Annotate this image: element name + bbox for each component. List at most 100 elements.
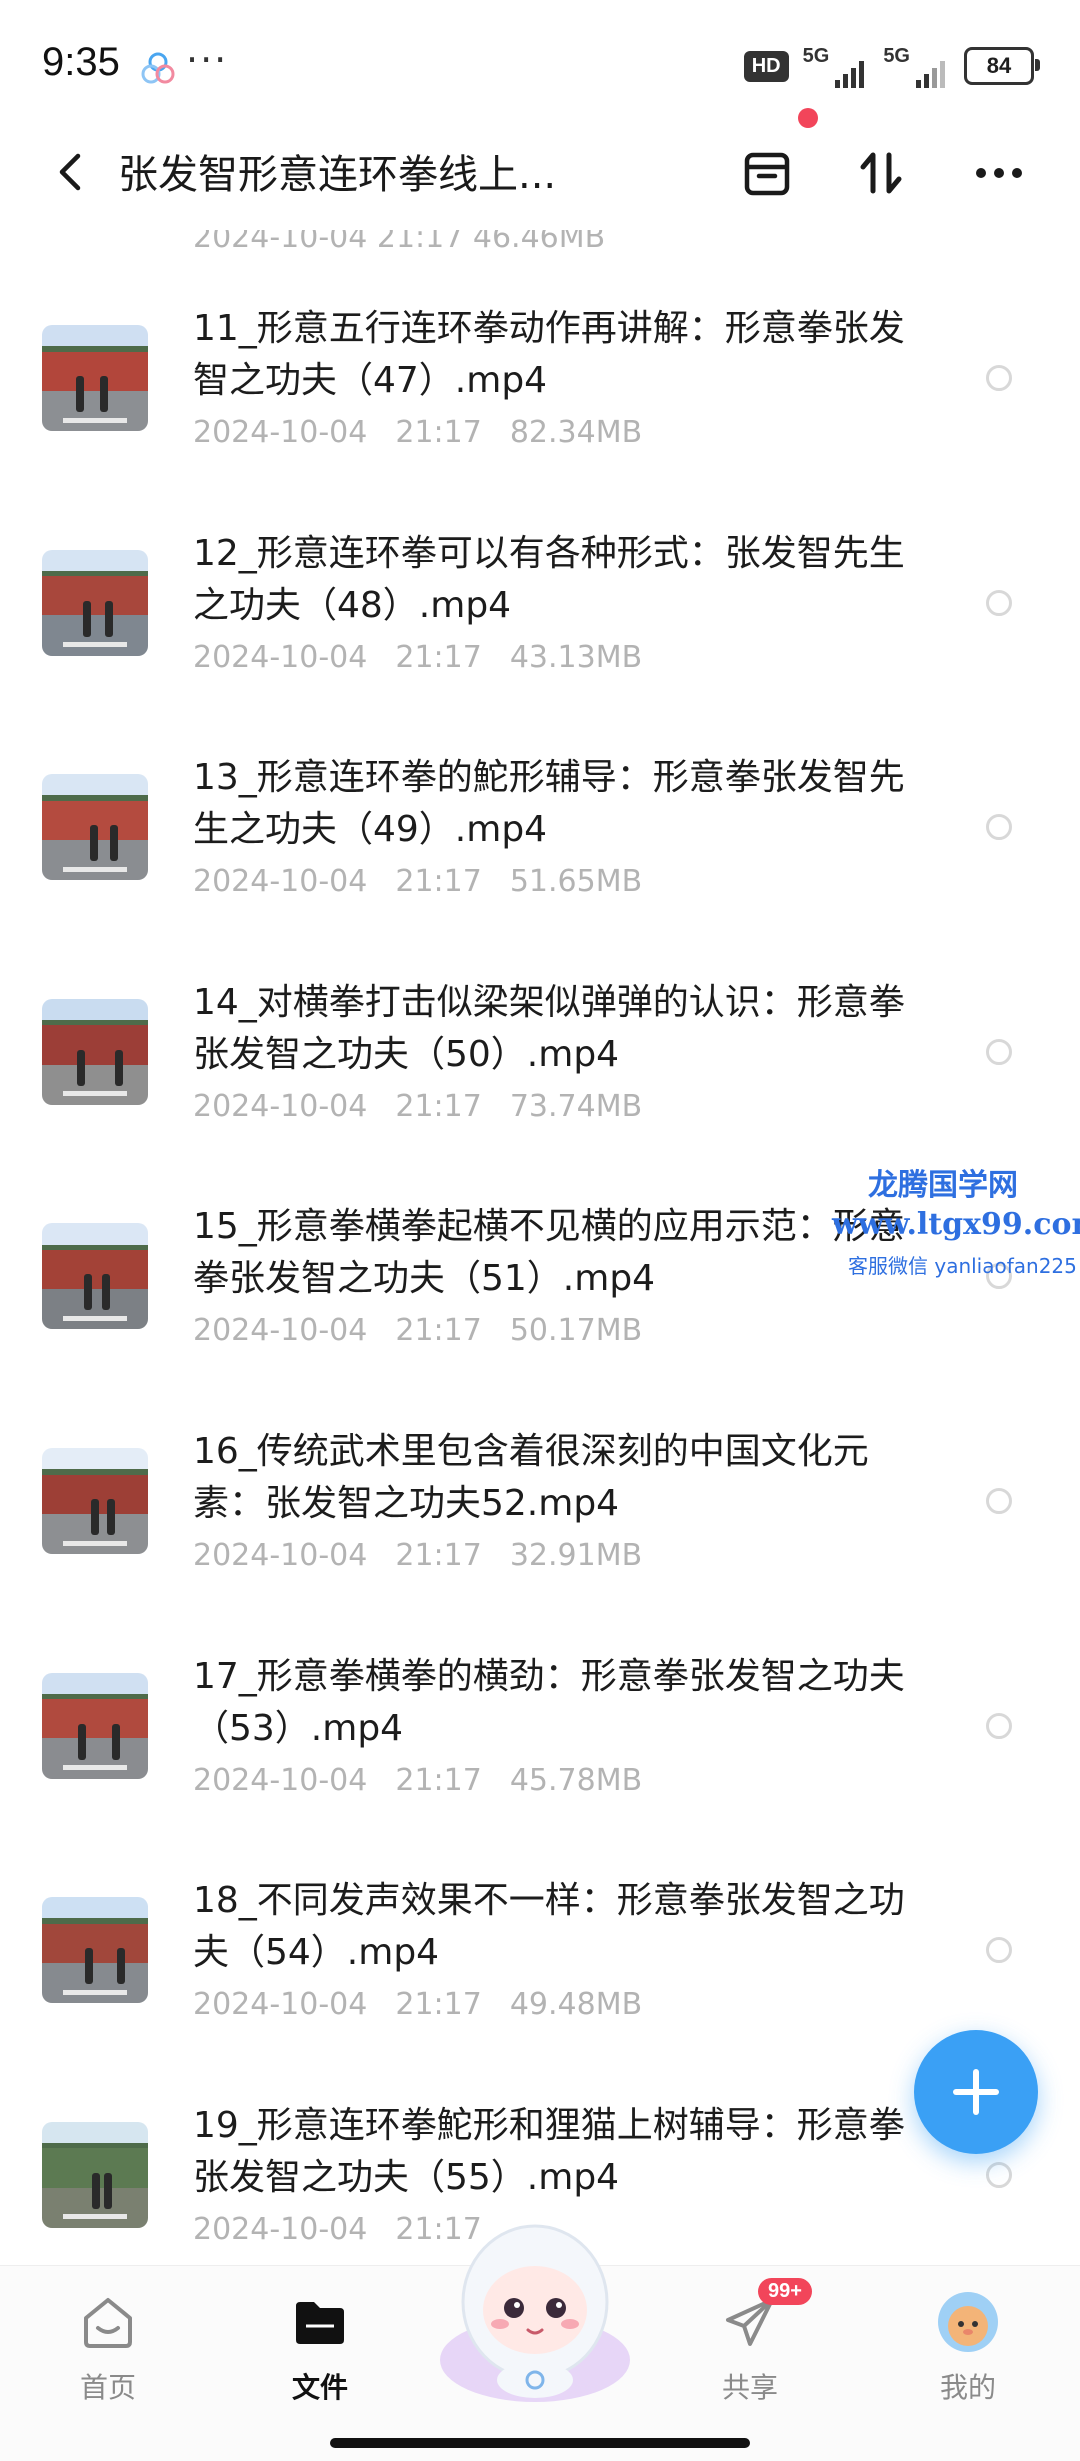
archive-icon	[744, 152, 790, 196]
assistant-mascot-button[interactable]	[430, 2210, 640, 2410]
video-thumbnail	[42, 1672, 148, 1779]
file-list-item[interactable]: 18_不同发声效果不一样：形意拳张发智之功夫（54）.mp4 2024-10-04…	[0, 1857, 1080, 2083]
watermark-contact: 客服微信 yanliaofan225	[848, 1254, 1077, 1278]
cloud-app-icon	[141, 52, 175, 84]
nav-home[interactable]: 首页	[38, 2290, 178, 2406]
select-radio[interactable]	[986, 1038, 1012, 1065]
file-time: 21:17	[395, 415, 482, 450]
file-meta: 2024-10-04 21:17 73.74MB	[193, 1089, 642, 1124]
file-list-item[interactable]: 16_传统武术里包含着很深刻的中国文化元素：张发智之功夫52.mp4 2024-1…	[0, 1408, 1080, 1634]
file-list-item[interactable]: 13_形意连环拳的鮀形辅导：形意拳张发智先生之功夫（49）.mp4 2024-10…	[0, 734, 1080, 960]
file-date: 2024-10-04	[193, 1987, 368, 2023]
paper-plane-icon: 99+	[718, 2278, 812, 2354]
file-size: 50.17MB	[509, 1313, 643, 1349]
share-badge: 99+	[758, 2278, 812, 2305]
archive-button[interactable]	[734, 140, 800, 206]
video-thumbnail	[42, 1448, 148, 1554]
signal-bars-icon	[835, 60, 865, 88]
file-name: 19_形意连环拳鮀形和狸猫上树辅导：形意拳张发智之功夫（55）.mp4	[193, 2104, 905, 2198]
sort-icon	[860, 152, 902, 194]
file-date: 2024-10-04	[193, 1762, 368, 1798]
file-date: 2024-10-04	[193, 1313, 368, 1349]
file-size: 45.78MB	[509, 1762, 643, 1798]
file-size: 43.13MB	[509, 639, 643, 675]
video-thumbnail	[42, 774, 148, 881]
back-button[interactable]	[42, 142, 102, 202]
notification-dot	[798, 108, 818, 128]
top-app-bar: 张发智形意连环拳线上...	[0, 120, 1080, 230]
file-name: 18_不同发声效果不一样：形意拳张发智之功夫（54）.mp4	[193, 1880, 905, 1974]
home-indicator[interactable]	[330, 2438, 750, 2448]
file-name: 12_形意连环拳可以有各种形式：张发智先生之功夫（48）.mp4	[193, 532, 905, 626]
file-list-item[interactable]: 14_对横拳打击似梁架似弹弹的认识：形意拳张发智之功夫（50）.mp4 2024-…	[0, 959, 1080, 1185]
nav-home-label: 首页	[79, 2371, 136, 2404]
file-date: 2024-10-04	[193, 864, 368, 900]
file-time: 21:17	[395, 1088, 482, 1124]
file-size: 73.74MB	[509, 1088, 643, 1124]
select-radio[interactable]	[986, 814, 1012, 841]
watermark-title: 龙腾国学网	[868, 1168, 1018, 1203]
hd-voice-icon: HD	[743, 50, 789, 82]
watermark-url: www.ltgx99.com	[832, 1207, 1080, 1242]
video-thumbnail	[42, 325, 148, 431]
signal-bars-icon	[916, 60, 945, 88]
video-thumbnail	[42, 549, 148, 656]
status-more-icon: ···	[186, 38, 229, 82]
file-meta: 2024-10-04 21:17 32.91MB	[193, 1538, 642, 1573]
select-radio[interactable]	[986, 1712, 1012, 1739]
status-indicators: HD 5G 5G 84	[743, 44, 1040, 88]
file-list-item[interactable]: 12_形意连环拳可以有各种形式：张发智先生之功夫（48）.mp4 2024-10-…	[0, 510, 1080, 736]
sim2-label: 5G	[883, 44, 910, 67]
nav-share-label: 共享	[721, 2371, 778, 2404]
file-meta: 2024-10-04 21:17 45.78MB	[193, 1763, 642, 1798]
back-arrow-icon	[59, 153, 81, 191]
file-date: 2024-10-04	[193, 415, 368, 450]
file-time: 21:17	[395, 1987, 482, 2023]
file-name: 15_形意拳横拳起横不见横的应用示范：形意拳张发智之功夫（51）.mp4	[193, 1206, 905, 1300]
more-icon	[976, 168, 1022, 178]
file-meta: 2024-10-04 21:17 50.17MB	[193, 1313, 642, 1348]
folder-icon	[288, 2290, 352, 2354]
page-title: 张发智形意连环拳线上...	[118, 152, 557, 198]
add-button[interactable]	[914, 2030, 1038, 2154]
file-name: 14_对横拳打击似梁架似弹弹的认识：形意拳张发智之功夫（50）.mp4	[193, 981, 905, 1075]
file-meta: 2024-10-04 21:17 43.13MB	[193, 640, 642, 675]
file-name: 11_形意五行连环拳动作再讲解：形意拳张发智之功夫（47）.mp4	[193, 308, 905, 401]
nav-files[interactable]: 文件	[250, 2290, 390, 2406]
nav-mine[interactable]: 我的	[898, 2290, 1038, 2406]
file-size: 82.34MB	[509, 415, 643, 450]
more-options-button[interactable]	[966, 140, 1032, 206]
select-radio[interactable]	[986, 1937, 1012, 1964]
select-radio[interactable]	[986, 2161, 1012, 2188]
file-time: 21:17	[395, 1538, 482, 1573]
battery-icon: 84	[964, 47, 1040, 85]
file-time: 21:17	[395, 864, 482, 900]
avatar	[936, 2290, 1000, 2354]
signal-5g-2-icon: 5G	[883, 45, 950, 88]
nav-files-label: 文件	[291, 2371, 348, 2404]
video-thumbnail	[42, 1223, 148, 1330]
mascot-icon	[440, 2224, 630, 2402]
file-meta: 2024-10-04 21:17 51.65MB	[193, 864, 642, 899]
file-meta: 2024-10-04 21:17 82.34MB	[193, 415, 642, 450]
nav-share[interactable]: 99+ 共享	[680, 2278, 820, 2406]
file-name: 17_形意拳横拳的横劲：形意拳张发智之功夫（53）.mp4	[193, 1655, 905, 1749]
status-bar: 9:35 ··· HD 5G 5G 84	[0, 0, 1080, 130]
file-date: 2024-10-04	[193, 2211, 368, 2240]
home-icon	[76, 2290, 140, 2354]
file-time: 21:17	[395, 1762, 482, 1798]
file-list-item[interactable]: 17_形意拳横拳的横劲：形意拳张发智之功夫（53）.mp4 2024-10-04 2…	[0, 1633, 1080, 1859]
file-list-item[interactable]: 11_形意五行连环拳动作再讲解：形意拳张发智之功夫（47）.mp4 2024-10…	[0, 285, 1080, 511]
file-name: 16_传统武术里包含着很深刻的中国文化元素：张发智之功夫52.mp4	[193, 1431, 869, 1524]
file-date: 2024-10-04	[193, 1538, 368, 1573]
nav-mine-label: 我的	[939, 2371, 996, 2404]
file-time: 21:17	[395, 639, 482, 675]
file-date: 2024-10-04	[193, 1088, 368, 1124]
select-radio[interactable]	[986, 365, 1012, 391]
sort-button[interactable]	[848, 140, 914, 206]
select-radio[interactable]	[986, 589, 1012, 616]
select-radio[interactable]	[986, 1488, 1012, 1514]
video-thumbnail	[42, 1897, 148, 2004]
plus-icon	[953, 2069, 999, 2115]
file-size: 49.48MB	[509, 1987, 643, 2023]
